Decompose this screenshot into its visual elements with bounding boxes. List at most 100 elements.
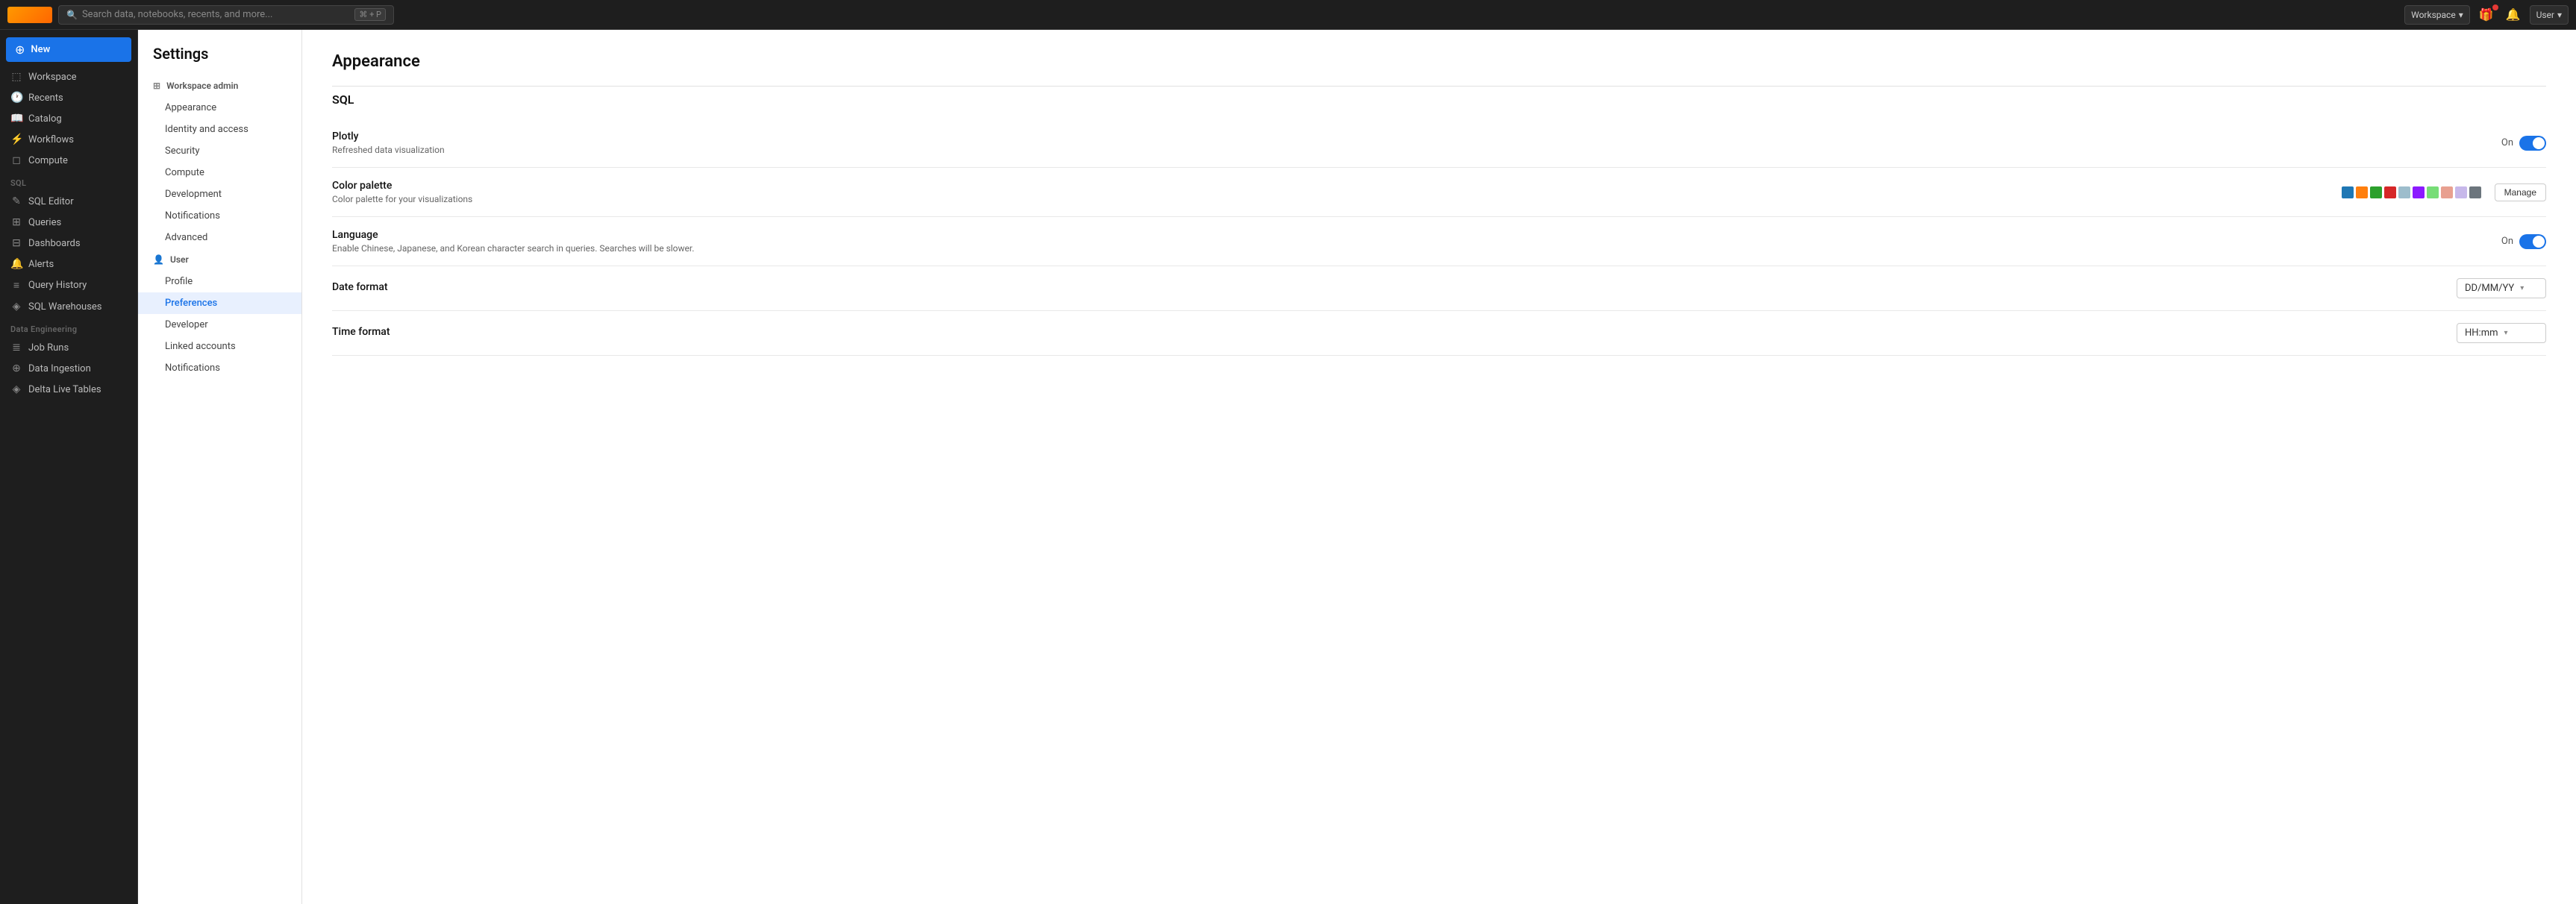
gift-icon: 🎁	[2479, 9, 2494, 22]
sql-section-heading: SQL	[332, 92, 2546, 107]
sidebar-item-alerts[interactable]: 🔔 Alerts	[0, 254, 137, 274]
delta-live-tables-icon: ◈	[10, 383, 22, 395]
color-swatches	[2342, 186, 2481, 198]
swatch-2	[2356, 186, 2368, 198]
sidebar-label-query-history: Query History	[28, 280, 87, 291]
swatch-3	[2370, 186, 2382, 198]
date-format-chevron-icon: ▾	[2520, 284, 2524, 292]
sidebar-item-workflows[interactable]: ⚡ Workflows	[0, 129, 137, 150]
language-toggle-label: On	[2501, 236, 2513, 247]
topbar: 🔍 Search data, notebooks, recents, and m…	[0, 0, 2576, 30]
compute-icon: ◻	[10, 154, 22, 166]
date-format-label: Date format	[332, 281, 2457, 293]
manage-button[interactable]: Manage	[2495, 183, 2546, 201]
swatch-10	[2469, 186, 2481, 198]
time-format-dropdown[interactable]: HH:mm ▾	[2457, 323, 2546, 343]
sidebar-item-queries[interactable]: ⊞ Queries	[0, 212, 137, 233]
workspace-admin-icon: ⊞	[153, 81, 160, 91]
settings-title: Settings	[138, 45, 301, 75]
sidebar-item-recents[interactable]: 🕐 Recents	[0, 87, 137, 108]
sidebar-label-compute: Compute	[28, 155, 68, 166]
color-palette-description: Color palette for your visualizations	[332, 194, 2342, 204]
sidebar-item-sql-editor[interactable]: ✎ SQL Editor	[0, 191, 137, 212]
language-toggle[interactable]	[2519, 234, 2546, 249]
nav-item-advanced[interactable]: Advanced	[138, 227, 301, 248]
sidebar-item-job-runs[interactable]: ≣ Job Runs	[0, 337, 137, 358]
user-label: User	[2536, 10, 2554, 20]
workspace-label: Workspace	[2411, 10, 2456, 20]
nav-item-linked-accounts[interactable]: Linked accounts	[138, 336, 301, 357]
swatch-9	[2455, 186, 2467, 198]
workspace-admin-section[interactable]: ⊞ Workspace admin	[138, 75, 301, 97]
main-layout: ⊕ New ⬚ Workspace 🕐 Recents 📖 Catalog ⚡ …	[0, 30, 2576, 904]
date-format-info: Date format	[332, 281, 2457, 295]
plotly-label: Plotly	[332, 131, 2501, 142]
sql-section-label: SQL	[0, 171, 137, 191]
user-chevron-icon: ▾	[2557, 10, 2562, 20]
user-section-icon: 👤	[153, 254, 164, 265]
language-label: Language	[332, 229, 2501, 241]
settings-panel: Settings ⊞ Workspace admin Appearance Id…	[138, 30, 302, 904]
data-ingestion-icon: ⊕	[10, 362, 22, 374]
sidebar-label-data-ingestion: Data Ingestion	[28, 363, 91, 374]
search-shortcut: ⌘ + P	[354, 8, 386, 21]
sidebar-item-delta-live-tables[interactable]: ◈ Delta Live Tables	[0, 379, 137, 400]
plotly-setting-row: Plotly Refreshed data visualization On	[332, 119, 2546, 168]
nav-item-preferences[interactable]: Preferences	[138, 292, 301, 314]
gift-badge	[2492, 4, 2498, 10]
alerts-icon: 🔔	[10, 258, 22, 270]
language-control: On	[2501, 234, 2546, 249]
workspace-admin-label: Workspace admin	[166, 81, 238, 91]
nav-item-development[interactable]: Development	[138, 183, 301, 205]
plotly-toggle[interactable]	[2519, 136, 2546, 151]
sidebar-label-catalog: Catalog	[28, 113, 62, 125]
sidebar-label-delta-live-tables: Delta Live Tables	[28, 384, 101, 395]
search-bar[interactable]: 🔍 Search data, notebooks, recents, and m…	[58, 5, 394, 25]
user-section[interactable]: 👤 User	[138, 248, 301, 271]
sidebar-label-dashboards: Dashboards	[28, 238, 81, 249]
sidebar-item-dashboards[interactable]: ⊟ Dashboards	[0, 233, 137, 254]
search-placeholder: Search data, notebooks, recents, and mor…	[82, 9, 350, 20]
bell-icon: 🔔	[2506, 9, 2521, 22]
plus-icon: ⊕	[15, 43, 25, 57]
workspace-selector[interactable]: Workspace ▾	[2404, 5, 2470, 25]
sidebar-label-queries: Queries	[28, 217, 61, 228]
nav-item-security[interactable]: Security	[138, 140, 301, 162]
time-format-info: Time format	[332, 326, 2457, 340]
nav-item-developer[interactable]: Developer	[138, 314, 301, 336]
color-palette-label: Color palette	[332, 180, 2342, 192]
sidebar-label-recents: Recents	[28, 92, 63, 104]
nav-item-profile[interactable]: Profile	[138, 271, 301, 292]
sidebar-item-catalog[interactable]: 📖 Catalog	[0, 108, 137, 129]
nav-item-appearance[interactable]: Appearance	[138, 97, 301, 119]
chevron-down-icon: ▾	[2459, 10, 2463, 20]
sidebar-item-sql-warehouses[interactable]: ◈ SQL Warehouses	[0, 296, 137, 317]
job-runs-icon: ≣	[10, 342, 22, 354]
swatch-5	[2398, 186, 2410, 198]
plotly-toggle-container: On	[2501, 136, 2546, 151]
nav-item-notifications-workspace[interactable]: Notifications	[138, 205, 301, 227]
nav-item-identity[interactable]: Identity and access	[138, 119, 301, 140]
sidebar-label-job-runs: Job Runs	[28, 342, 69, 354]
swatch-4	[2384, 186, 2396, 198]
new-button[interactable]: ⊕ New	[6, 37, 131, 62]
sidebar-item-compute[interactable]: ◻ Compute	[0, 150, 137, 171]
user-selector[interactable]: User ▾	[2530, 5, 2569, 25]
divider-top	[332, 86, 2546, 87]
nav-item-compute[interactable]: Compute	[138, 162, 301, 183]
sql-editor-icon: ✎	[10, 195, 22, 207]
plotly-description: Refreshed data visualization	[332, 145, 2501, 155]
gift-button[interactable]: 🎁	[2476, 6, 2497, 24]
nav-item-notifications-user[interactable]: Notifications	[138, 357, 301, 379]
sidebar-item-workspace[interactable]: ⬚ Workspace	[0, 66, 137, 87]
color-palette-control: Manage	[2342, 183, 2546, 201]
language-toggle-container: On	[2501, 234, 2546, 249]
notifications-button[interactable]: 🔔	[2503, 6, 2524, 24]
color-palette-row: Color palette Color palette for your vis…	[332, 168, 2546, 217]
date-format-dropdown[interactable]: DD/MM/YY ▾	[2457, 278, 2546, 298]
sidebar-item-query-history[interactable]: ≡ Query History	[0, 274, 137, 296]
date-format-value: DD/MM/YY	[2465, 283, 2514, 294]
sidebar-item-data-ingestion[interactable]: ⊕ Data Ingestion	[0, 358, 137, 379]
time-format-control: HH:mm ▾	[2457, 323, 2546, 343]
sidebar-label-sql-editor: SQL Editor	[28, 196, 74, 207]
